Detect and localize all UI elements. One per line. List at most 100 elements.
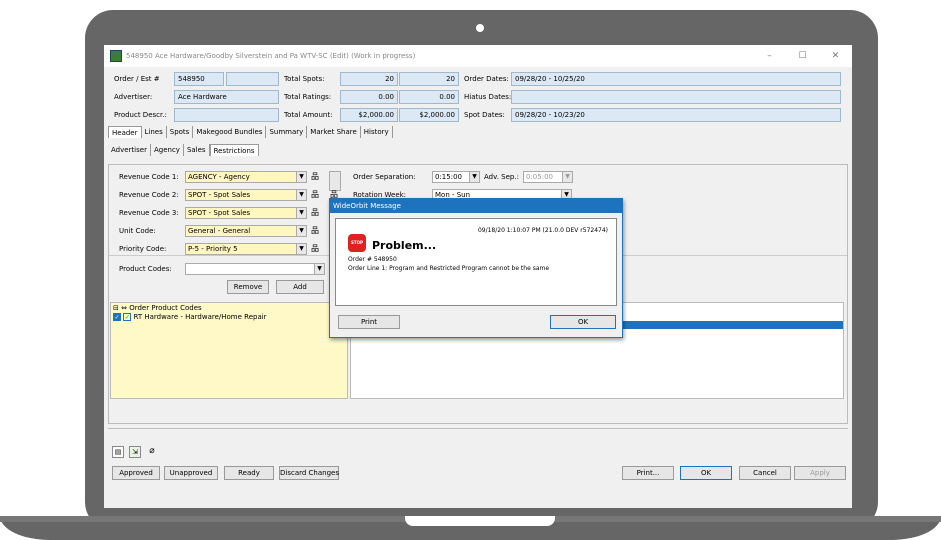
chevron-down-icon[interactable]: ▼: [296, 172, 306, 182]
checkbox-icon[interactable]: ✓: [113, 313, 121, 321]
cancel-button[interactable]: Cancel: [739, 466, 791, 480]
opc-header: ⊟ ⇔ Order Product Codes: [113, 304, 202, 312]
adv-sep-select[interactable]: 0:05:00 ▼: [523, 171, 573, 183]
tab-sales[interactable]: Sales: [184, 144, 210, 156]
order-separation-value: 0:15:00: [435, 173, 462, 181]
hierarchy-icon[interactable]: 品: [310, 190, 320, 200]
order-separation-select[interactable]: 0:15:00 ▼: [432, 171, 480, 183]
maximize-button[interactable]: ☐: [786, 51, 819, 61]
revenue-code-2-label: Revenue Code 2:: [119, 191, 179, 199]
minimize-button[interactable]: –: [753, 51, 786, 61]
tab-agency[interactable]: Agency: [151, 144, 184, 156]
title-bar: 548950 Ace Hardware/Goodby Silverstein a…: [104, 45, 852, 67]
discard-changes-button[interactable]: Discard Changes: [279, 466, 339, 480]
spot-dates-label: Spot Dates:: [464, 111, 505, 119]
dialog-body: 09/18/20 1:10:07 PM (21.0.0 DEV r572474)…: [335, 218, 617, 306]
tab-lines[interactable]: Lines: [142, 126, 167, 138]
remove-button[interactable]: Remove: [227, 280, 269, 294]
sub-tabs: Advertiser Agency Sales Restrictions: [108, 144, 259, 156]
chevron-down-icon[interactable]: ▼: [314, 264, 324, 274]
revenue-code-1-select[interactable]: AGENCY - Agency ▼: [185, 171, 307, 183]
approved-button[interactable]: Approved: [112, 466, 160, 480]
priority-code-label: Priority Code:: [119, 245, 167, 253]
ready-button[interactable]: Ready: [224, 466, 274, 480]
stop-icon: STOP: [348, 234, 366, 252]
order-label: Order / Est #: [114, 75, 160, 83]
apply-button[interactable]: Apply: [794, 466, 846, 480]
opc-header-label: Order Product Codes: [129, 304, 202, 312]
tab-restrictions[interactable]: Restrictions: [209, 144, 259, 156]
spot-dates-field[interactable]: 09/28/20 - 10/23/20: [511, 108, 841, 122]
app-window: 548950 Ace Hardware/Goodby Silverstein a…: [104, 45, 852, 508]
message-dialog: WideOrbit Message 09/18/20 1:10:07 PM (2…: [329, 198, 623, 338]
total-spots-label: Total Spots:: [284, 75, 325, 83]
dialog-timestamp: 09/18/20 1:10:07 PM (21.0.0 DEV r572474): [477, 227, 608, 234]
close-button[interactable]: ✕: [819, 51, 852, 61]
order-product-codes-list: ⊟ ⇔ Order Product Codes ✓ ✓ RT Hardware …: [110, 302, 348, 399]
order-dates-field[interactable]: 09/28/20 - 10/25/20: [511, 72, 841, 86]
unit-code-value: General - General: [188, 227, 251, 235]
checkbox-icon[interactable]: ✓: [123, 313, 132, 321]
hierarchy-icon[interactable]: 品: [310, 208, 320, 218]
advertiser-label: Advertiser:: [114, 93, 153, 101]
tab-history[interactable]: History: [361, 126, 393, 138]
tab-header[interactable]: Header: [108, 126, 142, 138]
dialog-order: Order # 548950: [348, 256, 397, 263]
dialog-ok-button[interactable]: OK: [550, 315, 616, 329]
hierarchy-icon[interactable]: 品: [310, 172, 320, 182]
order-dates-label: Order Dates:: [464, 75, 509, 83]
chevron-down-icon[interactable]: ▼: [296, 226, 306, 236]
add-button[interactable]: Add: [276, 280, 324, 294]
revenue-code-3-select[interactable]: SPOT - Spot Sales ▼: [185, 207, 307, 219]
est-field[interactable]: [226, 72, 279, 86]
order-field[interactable]: 548950: [174, 72, 224, 86]
ok-button[interactable]: OK: [680, 466, 732, 480]
chevron-down-icon[interactable]: ▼: [296, 208, 306, 218]
total-ratings-label: Total Ratings:: [284, 93, 332, 101]
adv-sep-value: 0:05:00: [526, 173, 553, 181]
revenue-code-1-value: AGENCY - Agency: [188, 173, 250, 181]
hierarchy-icon[interactable]: 品: [310, 244, 320, 254]
product-descr-label: Product Descr.:: [114, 111, 167, 119]
tab-summary[interactable]: Summary: [266, 126, 308, 138]
tab-advertiser[interactable]: Advertiser: [108, 144, 151, 156]
revenue-code-3-value: SPOT - Spot Sales: [188, 209, 251, 217]
window-title: 548950 Ace Hardware/Goodby Silverstein a…: [126, 52, 416, 60]
total-ratings-2: 0.00: [399, 90, 459, 104]
revenue-code-3-label: Revenue Code 3:: [119, 209, 179, 217]
order-separation-label: Order Separation:: [353, 173, 416, 181]
chevron-down-icon[interactable]: ▼: [296, 190, 306, 200]
unapproved-button[interactable]: Unapproved: [164, 466, 218, 480]
total-amount-label: Total Amount:: [284, 111, 333, 119]
dialog-print-button[interactable]: Print: [338, 315, 400, 329]
priority-code-select[interactable]: P-5 - Priority 5 ▼: [185, 243, 307, 255]
opc-item-label: RT Hardware - Hardware/Home Repair: [133, 313, 267, 321]
chevron-down-icon[interactable]: ▼: [296, 244, 306, 254]
print-button[interactable]: Print...: [622, 466, 674, 480]
total-amount-2: $2,000.00: [399, 108, 459, 122]
tab-makegood-bundles[interactable]: Makegood Bundles: [193, 126, 267, 138]
priority-code-value: P-5 - Priority 5: [188, 245, 238, 253]
advertiser-field[interactable]: Ace Hardware: [174, 90, 279, 104]
chevron-down-icon[interactable]: ▼: [469, 172, 479, 182]
chevron-down-icon[interactable]: ▼: [562, 172, 572, 182]
product-descr-field[interactable]: [174, 108, 279, 122]
dialog-title: WideOrbit Message: [330, 199, 622, 213]
document-icon[interactable]: ▤: [112, 446, 124, 458]
list-item[interactable]: ✓ ✓ RT Hardware - Hardware/Home Repair: [113, 313, 267, 321]
product-codes-select[interactable]: ▼: [185, 263, 325, 275]
collapse-icon[interactable]: ⊟ ⇔: [113, 304, 127, 312]
attachment-icon[interactable]: ⌀: [146, 446, 158, 458]
hierarchy-icon[interactable]: 品: [310, 226, 320, 236]
product-codes-label: Product Codes:: [119, 265, 172, 273]
side-button[interactable]: [329, 171, 341, 191]
unit-code-select[interactable]: General - General ▼: [185, 225, 307, 237]
hiatus-dates-label: Hiatus Dates:: [464, 93, 512, 101]
adv-sep-label: Adv. Sep.:: [484, 173, 519, 181]
revenue-code-2-select[interactable]: SPOT - Spot Sales ▼: [185, 189, 307, 201]
hiatus-dates-field[interactable]: [511, 90, 841, 104]
tab-market-share[interactable]: Market Share: [307, 126, 361, 138]
tab-spots[interactable]: Spots: [167, 126, 194, 138]
revenue-code-1-label: Revenue Code 1:: [119, 173, 179, 181]
export-icon[interactable]: ⇲: [129, 446, 141, 458]
